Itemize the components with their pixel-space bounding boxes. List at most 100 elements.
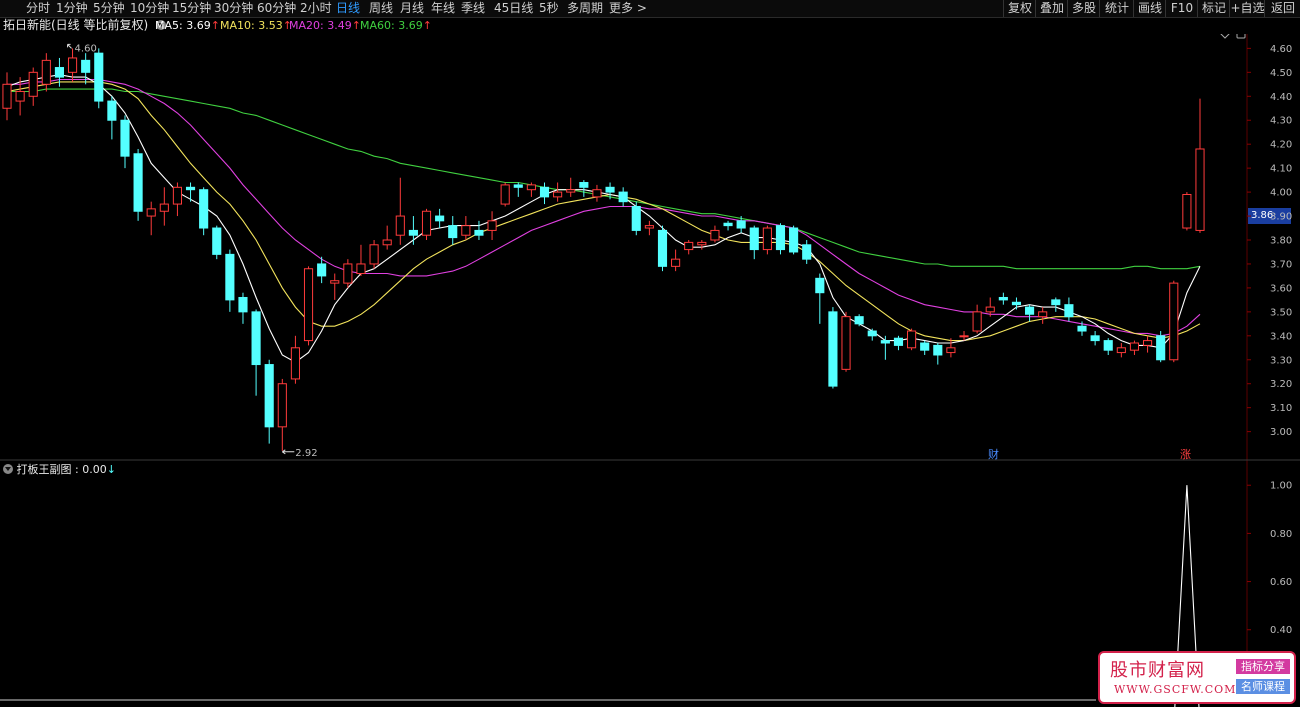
candle-body-61: [802, 244, 812, 260]
high-label: 4.60: [75, 43, 97, 54]
sub-indicator-line: [1174, 485, 1200, 707]
price-tick-label-0: 4.60: [1270, 44, 1292, 55]
period-tab-8[interactable]: 日线: [336, 0, 360, 17]
sub-tick-label-1: 0.80: [1270, 529, 1292, 540]
candle-body-86: [1129, 342, 1140, 351]
period-tab-13[interactable]: 45日线: [494, 0, 533, 17]
candle-body-69: [907, 330, 917, 349]
candle-body-34: [448, 225, 458, 239]
candle-body-54: [710, 229, 720, 241]
candle-body-66: [867, 330, 877, 337]
candle-body-46: [605, 186, 615, 193]
price-tick-label-9: 3.70: [1270, 259, 1292, 270]
panel-toggle-icon: [1236, 34, 1246, 39]
price-tick-label-12: 3.40: [1270, 331, 1292, 342]
period-toolbar: 分时 1分钟 5分钟 10分钟 15分钟 30分钟 60分钟 2小时 日线 周线 月线 年线 季线 45日…: [0, 0, 1300, 18]
watermark-tag-course: 名师课程: [1236, 679, 1290, 694]
ma-label-0: MA5: 3.69↑: [155, 19, 220, 32]
toolbar-button-5[interactable]: F10: [1165, 0, 1198, 17]
kline-chart[interactable]: 4.60 4.50 4.40 4.30 4.20 4.10 4.00 3.90 3.80 3.70…: [0, 34, 1300, 707]
candle-body-52: [684, 241, 694, 251]
price-tick-label-3: 4.30: [1270, 116, 1292, 127]
candle-body-81: [1064, 304, 1074, 318]
candle-body-84: [1103, 340, 1113, 351]
candle-body-45: [592, 189, 602, 198]
candle-body-65: [854, 316, 864, 325]
candle-body-76: [998, 296, 1008, 301]
candle-body-18: [238, 296, 248, 313]
candle-body-82: [1077, 325, 1087, 332]
candle-body-62: [815, 277, 825, 294]
toolbar-button-2[interactable]: 多股: [1067, 0, 1100, 17]
candle-body-88: [1156, 335, 1166, 361]
period-tab-4[interactable]: 15分钟: [172, 0, 211, 17]
ma60-line: [7, 88, 1201, 270]
toolbar-button-3[interactable]: 统计: [1099, 0, 1134, 17]
period-tab-2[interactable]: 5分钟: [93, 0, 125, 17]
toolbar-button-4[interactable]: 画线: [1133, 0, 1166, 17]
period-tab-7[interactable]: 2小时: [300, 0, 332, 17]
sub-tick-label-2: 0.60: [1270, 577, 1292, 588]
price-tick-label-11: 3.50: [1270, 307, 1292, 318]
ma-label-2: MA20: 3.49↑: [289, 19, 361, 32]
toolbar-button-6[interactable]: 标记: [1197, 0, 1230, 17]
period-tab-16[interactable]: 更多 >: [609, 0, 647, 17]
candle-body-38: [500, 184, 510, 205]
candle-body-73: [959, 335, 969, 338]
candle-body-37: [487, 220, 497, 231]
candle-body-43: [566, 189, 576, 193]
candle-body-68: [893, 337, 904, 346]
candle-body-79: [1038, 311, 1048, 318]
candle-body-75: [985, 306, 995, 313]
price-tick-label-5: 4.10: [1270, 164, 1292, 175]
period-tab-5[interactable]: 30分钟: [214, 0, 253, 17]
chart-title-row: 拓日新能(日线 等比前复权): [0, 17, 167, 34]
candle-body-29: [382, 239, 392, 246]
candle-body-20: [264, 364, 274, 428]
candle-body-31: [408, 229, 418, 236]
candle-body-27: [356, 263, 366, 275]
candle-body-7: [94, 52, 104, 102]
candle-body-40: [526, 184, 536, 191]
candle-body-53: [697, 241, 707, 246]
period-tab-9[interactable]: 周线: [369, 0, 393, 17]
period-tab-0[interactable]: 分时: [26, 0, 50, 17]
candle-body-44: [579, 182, 589, 188]
period-tab-11[interactable]: 年线: [431, 0, 455, 17]
candle-body-87: [1142, 340, 1153, 346]
period-tab-10[interactable]: 月线: [400, 0, 424, 17]
candle-body-59: [775, 225, 786, 251]
candle-body-64: [841, 316, 851, 370]
candle-body-10: [133, 153, 143, 212]
ma-label-3: MA60: 3.69↑: [360, 19, 432, 32]
price-tick-label-15: 3.10: [1270, 403, 1292, 414]
candle-body-47: [618, 191, 628, 203]
high-arrow: [67, 43, 72, 49]
candle-body-51: [671, 258, 681, 267]
candle-body-57: [749, 227, 759, 251]
candle-body-70: [920, 342, 930, 351]
period-tab-15[interactable]: 多周期: [567, 0, 603, 17]
candle-body-8: [107, 100, 117, 121]
period-tab-1[interactable]: 1分钟: [56, 0, 88, 17]
candle-body-0: [2, 83, 12, 109]
period-tab-3[interactable]: 10分钟: [130, 0, 169, 17]
toolbar-button-1[interactable]: 叠加: [1035, 0, 1068, 17]
watermark-main: 股市财富网: [1110, 660, 1205, 681]
toolbar-button-0[interactable]: 复权: [1003, 0, 1036, 17]
sub-tick-label-0: 1.00: [1270, 481, 1292, 492]
candle-body-56: [736, 220, 746, 229]
candle-body-21: [277, 383, 287, 428]
chart-title: 拓日新能(日线 等比前复权): [3, 18, 149, 32]
ma-label-1: MA10: 3.53↑: [220, 19, 292, 32]
toolbar-button-7[interactable]: +自选: [1229, 0, 1265, 17]
candle-body-33: [435, 215, 445, 222]
period-tab-6[interactable]: 60分钟: [257, 0, 296, 17]
low-arrow: [282, 449, 295, 455]
candle-body-24: [317, 263, 327, 277]
candle-body-26: [343, 263, 353, 284]
toolbar-button-8[interactable]: 返回: [1264, 0, 1300, 17]
period-tab-14[interactable]: 5秒: [539, 0, 559, 17]
period-tab-12[interactable]: 季线: [461, 0, 485, 17]
candle-body-2: [28, 71, 38, 97]
